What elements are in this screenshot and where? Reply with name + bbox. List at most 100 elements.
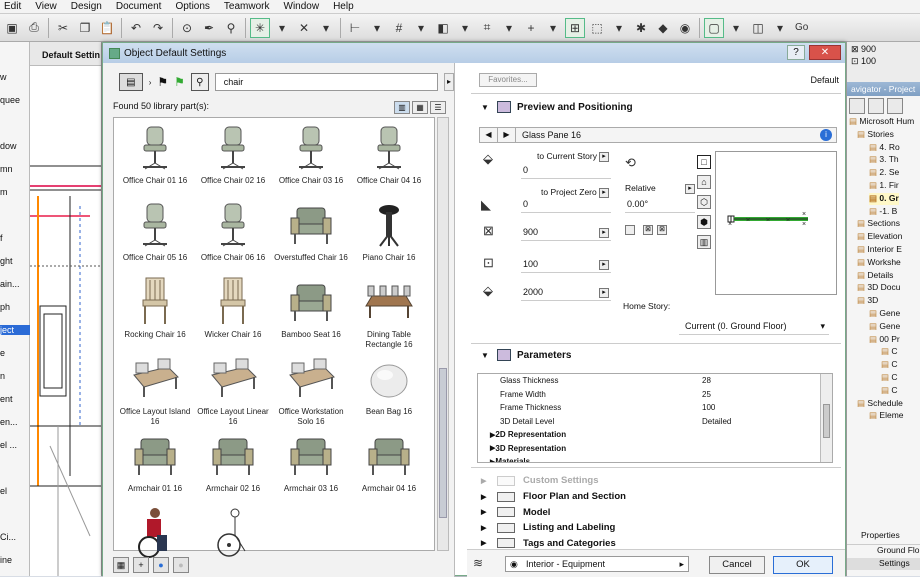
syringe-icon[interactable]: ⚲ bbox=[221, 18, 241, 38]
tree-item[interactable]: ▤ Microsoft Hum bbox=[849, 116, 914, 128]
toolbox-item[interactable]: w bbox=[0, 72, 30, 82]
library-part-item[interactable]: Office Chair 06 16 bbox=[194, 197, 272, 263]
library-part-item[interactable]: Overstuffed Chair 16 bbox=[272, 197, 350, 263]
paste-icon[interactable]: 📋 bbox=[97, 18, 117, 38]
save-icon[interactable]: ▣ bbox=[2, 18, 22, 38]
library-part-item[interactable]: Bamboo Seat 16 bbox=[272, 274, 350, 340]
menu-item[interactable]: Teamwork bbox=[224, 1, 270, 12]
tree-item[interactable]: ▤ Sections bbox=[857, 218, 900, 230]
zoom-icon[interactable]: ◫ bbox=[748, 18, 768, 38]
cancel-button[interactable]: Cancel bbox=[709, 556, 765, 574]
print-icon[interactable]: ⎙ bbox=[24, 18, 44, 38]
dropdown-icon[interactable]: ▾ bbox=[367, 18, 387, 38]
library-part-item[interactable] bbox=[116, 505, 194, 561]
favorites-button[interactable]: Favorites... bbox=[479, 73, 537, 87]
project-zero-offset-field[interactable]: 0 bbox=[521, 199, 611, 213]
tree-item[interactable]: ▤ 00 Pr bbox=[869, 334, 900, 346]
grid-snap-icon[interactable]: # bbox=[389, 18, 409, 38]
chevron-right-icon[interactable]: ▸ bbox=[599, 228, 609, 238]
tree-item[interactable]: ▤ Gene bbox=[869, 308, 900, 320]
dropdown-icon[interactable]: ▾ bbox=[726, 18, 746, 38]
custom-settings-section[interactable]: ▶ Custom Settings bbox=[481, 473, 598, 488]
depth-field[interactable]: 100 bbox=[521, 259, 611, 273]
toolbox-item[interactable]: e bbox=[0, 348, 30, 358]
menu-item[interactable]: Design bbox=[71, 1, 102, 12]
library-part-item[interactable]: Bean Bag 16 bbox=[350, 351, 428, 417]
library-folder-icon[interactable]: ▤ bbox=[119, 73, 143, 91]
library-part-item[interactable]: Office Layout Linear 16 bbox=[194, 351, 272, 427]
toolbox-item[interactable]: ject bbox=[0, 325, 30, 335]
dropdown-icon[interactable]: ▾ bbox=[455, 18, 475, 38]
chevron-right-icon[interactable]: ▸ bbox=[599, 188, 609, 198]
library-part-item[interactable]: Office Chair 01 16 bbox=[116, 120, 194, 186]
library-part-item[interactable]: Armchair 03 16 bbox=[272, 428, 350, 494]
library-part-item[interactable]: Wicker Chair 16 bbox=[194, 274, 272, 340]
tree-item[interactable]: ▤ C bbox=[881, 385, 898, 397]
tree-item[interactable]: ▤ 1. Fir bbox=[869, 180, 899, 192]
toolbox-item[interactable]: dow bbox=[0, 141, 30, 151]
next-part-button[interactable]: ▶ bbox=[498, 128, 516, 142]
search-icon[interactable]: ⚲ bbox=[190, 73, 209, 91]
parameter-row[interactable]: ▶ Materials bbox=[478, 455, 832, 462]
tree-item[interactable]: ▤ Interior E bbox=[857, 244, 902, 256]
toolbox-item[interactable]: ph bbox=[0, 302, 30, 312]
snap-icon[interactable]: ✕ bbox=[294, 18, 314, 38]
menu-item[interactable]: Edit bbox=[4, 1, 21, 12]
tree-item[interactable]: ▤ Gene bbox=[869, 321, 900, 333]
search-input[interactable]: chair bbox=[214, 73, 439, 91]
library-part-item[interactable]: Office Chair 04 16 bbox=[350, 120, 428, 186]
tree-item[interactable]: ▤ C bbox=[881, 372, 898, 384]
parameter-row[interactable]: Frame Width 25 bbox=[478, 388, 832, 402]
ok-button[interactable]: OK bbox=[773, 556, 833, 574]
3d-shaded-view-button[interactable]: ⬢ bbox=[697, 215, 711, 229]
menu-item[interactable]: Help bbox=[333, 1, 354, 12]
library-part-item[interactable]: Dining Table Rectangle 16 bbox=[350, 274, 428, 350]
library-part-item[interactable]: Office Chair 03 16 bbox=[272, 120, 350, 186]
scrollbar-thumb[interactable] bbox=[823, 404, 830, 438]
parameter-row[interactable]: ▶ 3D Representation bbox=[478, 442, 832, 456]
parameter-value[interactable]: 25 bbox=[702, 390, 711, 399]
angle-field[interactable]: 0.00° bbox=[625, 199, 695, 213]
menu-item[interactable]: View bbox=[35, 1, 57, 12]
dropdown-icon[interactable]: ▾ bbox=[609, 18, 629, 38]
parameter-row[interactable]: Glass Thickness 28 bbox=[478, 374, 832, 388]
marquee-icon[interactable]: ⬚ bbox=[587, 18, 607, 38]
cut-icon[interactable]: ✂ bbox=[53, 18, 73, 38]
chevron-right-icon[interactable]: ▸ bbox=[599, 152, 609, 162]
small-icons-view-icon[interactable]: ▦ bbox=[412, 101, 428, 114]
parameter-value[interactable]: Detailed bbox=[702, 417, 731, 426]
view-icon[interactable]: ▢ bbox=[704, 17, 724, 38]
height-field[interactable]: 2000 bbox=[521, 287, 611, 301]
copy-icon[interactable]: ❐ bbox=[75, 18, 95, 38]
info-icon[interactable]: i bbox=[820, 129, 832, 141]
chevron-right-icon[interactable]: ▸ bbox=[599, 288, 609, 298]
settings-section-header[interactable]: ▶ Listing and Labeling bbox=[481, 520, 615, 535]
toolbox-item[interactable]: n bbox=[0, 371, 30, 381]
prev-part-button[interactable]: ◀ bbox=[480, 128, 498, 142]
parameter-value[interactable]: 28 bbox=[702, 376, 711, 385]
help-button[interactable]: ? bbox=[787, 45, 805, 60]
measure-icon[interactable]: ⊞ bbox=[565, 17, 585, 38]
eyedropper-icon[interactable]: ✒ bbox=[199, 18, 219, 38]
section-view-button[interactable]: ⌂ bbox=[697, 175, 711, 189]
library-part-item[interactable]: Office Chair 05 16 bbox=[116, 197, 194, 263]
library-manager-icon[interactable]: ▦ bbox=[113, 557, 129, 573]
go-button[interactable]: Go bbox=[792, 18, 811, 38]
library-part-item[interactable]: Rocking Chair 16 bbox=[116, 274, 194, 340]
tree-item[interactable]: ▤ 3D bbox=[857, 295, 878, 307]
menu-item[interactable]: Document bbox=[116, 1, 162, 12]
settings-button[interactable]: Settings bbox=[847, 558, 920, 570]
pin-icon[interactable]: ✱ bbox=[631, 18, 651, 38]
mirror-checkbox[interactable] bbox=[625, 225, 635, 235]
parameters-scrollbar[interactable] bbox=[820, 374, 832, 462]
toolbox-item[interactable]: f bbox=[0, 233, 30, 243]
library-part-item[interactable]: Office Chair 02 16 bbox=[194, 120, 272, 186]
dropdown-icon[interactable]: ▾ bbox=[272, 18, 292, 38]
view-map-icon[interactable] bbox=[868, 98, 884, 114]
tree-item[interactable]: ▤ 4. Ro bbox=[869, 142, 900, 154]
parameters-section-header[interactable]: ▼ Parameters bbox=[481, 347, 571, 363]
large-icons-view-icon[interactable]: ▥ bbox=[394, 101, 410, 114]
grid-scrollbar[interactable] bbox=[437, 117, 449, 551]
tree-item[interactable]: ▤ -1. B bbox=[869, 206, 897, 218]
elevation-view-button[interactable]: ▥ bbox=[697, 235, 711, 249]
